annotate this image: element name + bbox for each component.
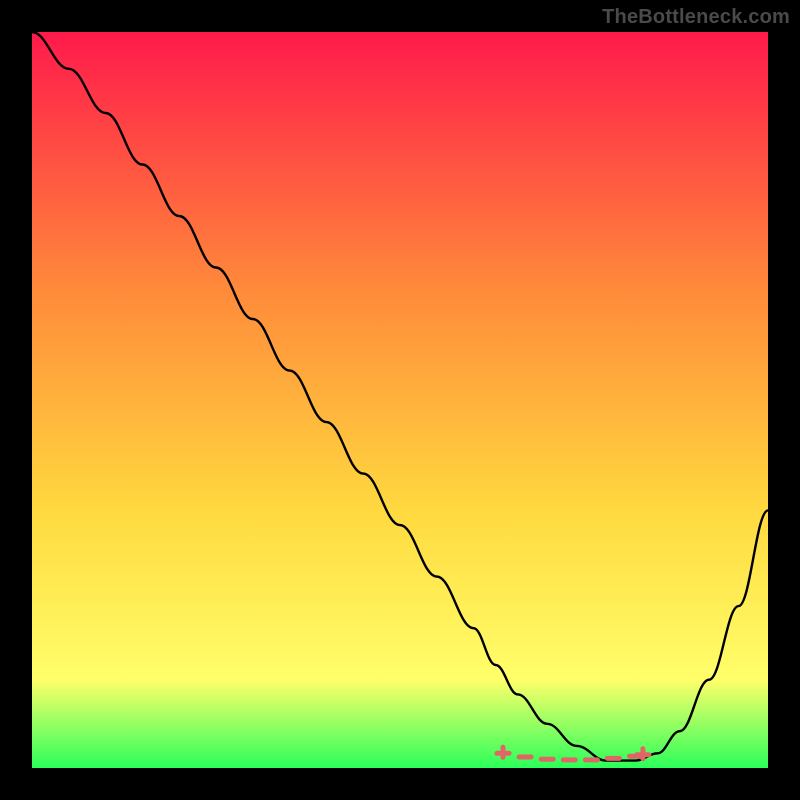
chart-svg [32,32,768,768]
watermark-text: TheBottleneck.com [602,6,790,29]
gradient-background [32,32,768,768]
plot-area [32,32,768,768]
chart-frame: TheBottleneck.com [0,0,800,800]
